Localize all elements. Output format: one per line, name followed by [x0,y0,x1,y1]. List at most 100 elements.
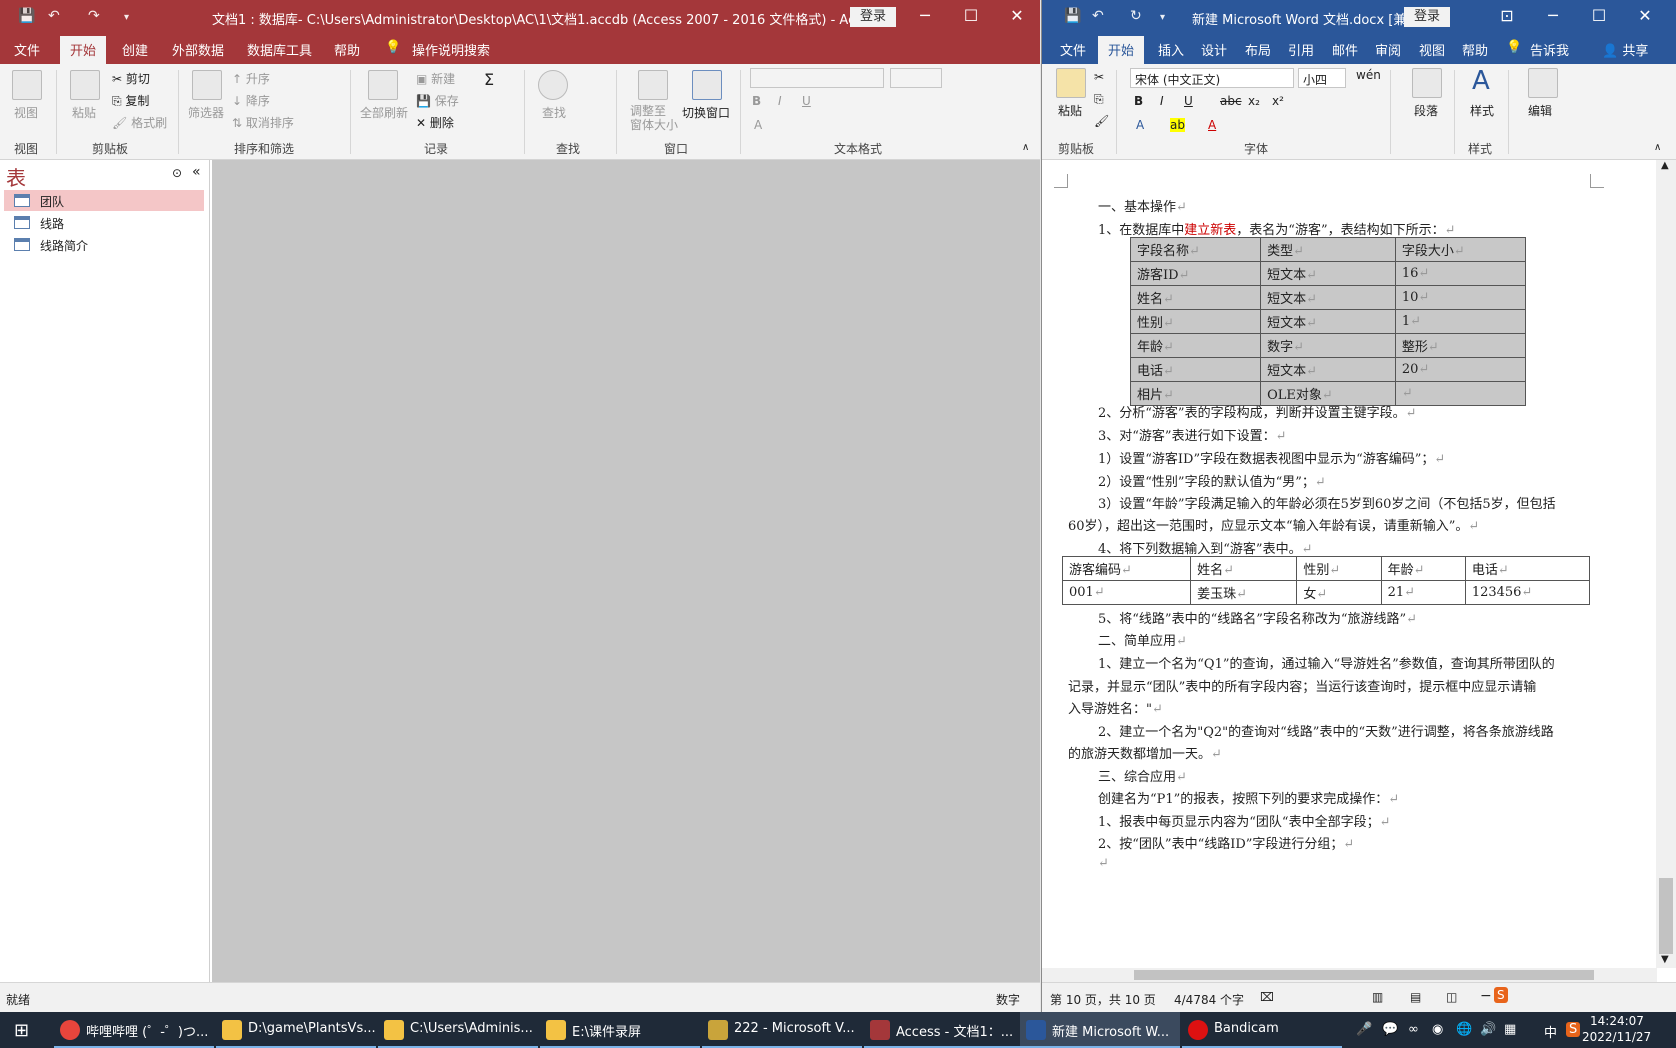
taskbar-item-folder-users[interactable]: C:\Users\Adminis... [378,1012,538,1048]
styles-button[interactable]: 样式 [1470,102,1494,119]
tab-layout[interactable]: 布局 [1245,40,1271,59]
login-button[interactable]: 登录 [1404,7,1451,27]
redo-icon[interactable]: ↷ [88,8,100,24]
vertical-scrollbar[interactable]: ▲ ▼ [1656,160,1676,968]
find-icon[interactable] [538,70,568,100]
status-word-count[interactable]: 4/4784 个字 [1174,991,1244,1008]
nav-menu-icon[interactable]: ⊙ [172,166,182,180]
tab-design[interactable]: 设计 [1201,40,1227,59]
ribbon-display-icon[interactable]: ⊡ [1484,6,1530,25]
windows-start-icon[interactable]: ⊞ [14,1020,29,1041]
minimize-icon[interactable]: ─ [902,6,948,25]
record-icon[interactable]: ◉ [1432,1022,1443,1037]
proofing-icon[interactable]: ⌧ [1260,990,1274,1004]
tab-mailings[interactable]: 邮件 [1332,40,1358,59]
tab-view[interactable]: 视图 [1419,40,1445,59]
underline-icon[interactable]: U [1184,94,1193,108]
editing-icon[interactable] [1528,68,1558,98]
save-icon[interactable]: 💾 [18,8,35,24]
tab-file[interactable]: 文件 [14,40,40,59]
font-name-combo[interactable]: 宋体 (中文正文) [1130,68,1294,88]
tab-home[interactable]: 开始 [60,36,107,64]
subscript-icon[interactable]: x₂ [1248,94,1260,108]
underline-icon[interactable]: U [802,94,811,108]
print-layout-icon[interactable]: ▤ [1410,990,1421,1004]
collapse-ribbon-icon[interactable]: ∧ [1654,142,1661,153]
paste-button[interactable]: 粘贴 [72,104,96,121]
sogou-ime-icon[interactable]: S [1494,987,1508,1003]
bold-icon[interactable]: B [1134,94,1143,108]
tell-me-search[interactable]: 告诉我 [1530,40,1569,59]
minimize-icon[interactable]: ─ [1530,6,1576,25]
microphone-icon[interactable]: 🎤 [1356,1022,1372,1037]
shutter-bar-icon[interactable]: « [192,164,201,180]
chat-icon[interactable]: 💬 [1382,1022,1398,1037]
taskbar-item-word[interactable]: 新建 Microsoft W... [1020,1012,1180,1048]
vertical-scroll-thumb[interactable] [1659,878,1673,954]
save-icon[interactable]: 💾 [1064,8,1081,24]
highlight-icon[interactable]: ab [1170,118,1185,132]
find-button[interactable]: 查找 [542,104,566,121]
styles-icon[interactable]: A [1472,66,1490,96]
maximize-icon[interactable]: ☐ [1576,6,1622,25]
paste-button[interactable]: 粘贴 [1058,102,1082,119]
delete-record-button[interactable]: ✕ 删除 [416,114,454,131]
clipboard-tray-icon[interactable]: ▦ [1504,1022,1516,1037]
tab-help[interactable]: 帮助 [334,40,360,59]
nav-item-route-intro[interactable]: 线路简介 [4,234,204,255]
copy-button[interactable]: ⎘ 复制 [112,92,149,109]
font-size-combo[interactable]: 小四 [1298,68,1346,88]
tab-external-data[interactable]: 外部数据 [172,40,224,59]
document-page[interactable]: 一、基本操作↵ 1、在数据库中建立新表，表名为“游客”，表结构如下所示：↵ 字段… [1042,160,1657,982]
tab-references[interactable]: 引用 [1288,40,1314,59]
tab-home[interactable]: 开始 [1098,36,1145,64]
tab-file[interactable]: 文件 [1060,40,1086,59]
filter-icon[interactable] [192,70,222,100]
clock-date[interactable]: 2022/11/27 [1582,1030,1651,1044]
fit-window-button[interactable]: 调整至 窗体大小 [630,104,678,132]
customize-qat-icon[interactable]: ▾ [1160,12,1165,23]
tell-me-search[interactable]: 操作说明搜索 [412,40,490,59]
tab-database-tools[interactable]: 数据库工具 [247,40,312,59]
nav-item-route[interactable]: 线路 [4,212,204,233]
filter-button[interactable]: 筛选器 [188,104,224,121]
customize-qat-icon[interactable]: ▾ [124,12,129,23]
font-color-icon[interactable]: A [1208,118,1216,132]
clock-time[interactable]: 14:24:07 [1590,1014,1644,1028]
fit-window-icon[interactable] [638,70,668,100]
tab-create[interactable]: 创建 [122,40,148,59]
close-icon[interactable]: ✕ [994,6,1040,25]
taskbar-item-browser[interactable]: 哔哩哔哩 (゜-゜)つ... [54,1012,214,1048]
ime-indicator[interactable]: 中 [1544,1022,1557,1041]
font-color-icon[interactable]: A [754,118,762,132]
tab-help[interactable]: 帮助 [1462,40,1488,59]
switch-window-icon[interactable] [692,70,722,100]
view-button[interactable]: 视图 [14,104,38,121]
taskbar-item-folder-recordings[interactable]: E:\课件录屏 [540,1012,700,1048]
switch-window-button[interactable]: 切换窗口 [682,104,730,121]
totals-icon[interactable]: Σ [484,70,494,89]
close-icon[interactable]: ✕ [1622,6,1668,25]
editing-button[interactable]: 编辑 [1528,102,1552,119]
font-name-combo[interactable] [750,68,884,88]
link-icon[interactable]: ∞ [1408,1022,1419,1037]
view-icon[interactable] [12,70,42,100]
taskbar-item-folder-game[interactable]: D:\game\PlantsVs... [216,1012,376,1048]
remove-sort-button[interactable]: ⇅ 取消排序 [232,114,294,131]
taskbar-item-viewer[interactable]: 222 - Microsoft V... [702,1012,862,1048]
taskbar-item-access[interactable]: Access - 文档1：... [864,1012,1024,1048]
format-painter-icon[interactable]: 🖌 [1094,114,1109,128]
zoom-out-icon[interactable]: − [1480,988,1492,1004]
undo-icon[interactable]: ↶ [1092,8,1104,24]
scroll-up-icon[interactable]: ▲ [1661,160,1669,171]
share-button[interactable]: 👤 共享 [1602,40,1648,59]
scroll-down-icon[interactable]: ▼ [1661,954,1669,965]
refresh-icon[interactable] [368,70,398,100]
paragraph-icon[interactable] [1412,68,1442,98]
paste-icon[interactable] [70,70,100,100]
repeat-icon[interactable]: ↻ [1130,8,1142,24]
tab-review[interactable]: 审阅 [1375,40,1401,59]
italic-icon[interactable]: I [1160,94,1164,108]
login-button[interactable]: 登录 [850,7,897,27]
status-page[interactable]: 第 10 页，共 10 页 [1050,991,1156,1008]
